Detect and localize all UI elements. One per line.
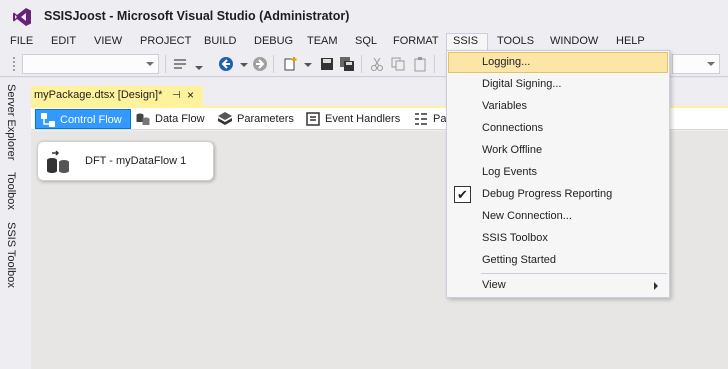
new-project-icon[interactable] <box>282 56 298 72</box>
save-all-icon[interactable] <box>339 56 355 72</box>
save-icon[interactable] <box>319 56 335 72</box>
chevron-down-icon <box>146 62 154 66</box>
chevron-down-icon <box>707 62 715 66</box>
menu-ssis[interactable]: SSIS <box>446 33 488 51</box>
navigate-back-icon[interactable] <box>218 56 234 72</box>
close-icon[interactable]: × <box>187 86 194 105</box>
toolbar-grip[interactable] <box>12 56 16 72</box>
visual-studio-logo-icon <box>13 8 31 26</box>
dropdown-arrow-icon[interactable] <box>191 56 207 72</box>
dropdown-arrow-icon[interactable] <box>300 56 316 72</box>
menu-item-digital-signing[interactable]: Digital Signing... <box>448 74 668 95</box>
control-flow-icon <box>41 113 55 127</box>
menu-team[interactable]: TEAM <box>301 34 344 51</box>
tab-parameters[interactable]: Parameters <box>213 109 301 129</box>
task-label: DFT - myDataFlow 1 <box>85 155 187 167</box>
data-flow-task[interactable]: DFT - myDataFlow 1 <box>37 141 214 181</box>
menu-item-new-connection[interactable]: New Connection... <box>448 206 668 227</box>
document-tab-title: myPackage.dtsx [Design]* <box>34 89 163 101</box>
menu-separator <box>481 273 667 274</box>
solution-config-combo[interactable] <box>22 54 159 74</box>
tab-package-explorer[interactable]: Pa <box>409 109 449 129</box>
tab-data-flow[interactable]: Data Flow <box>131 109 211 129</box>
title-bar: SSISJoost - Microsoft Visual Studio (Adm… <box>0 0 728 32</box>
menu-item-work-offline[interactable]: Work Offline <box>448 140 668 161</box>
menu-project[interactable]: PROJECT <box>134 34 197 51</box>
find-combo[interactable] <box>672 54 720 74</box>
comment-icon[interactable] <box>172 56 188 72</box>
menu-item-debug-progress-reporting[interactable]: ✔ Debug Progress Reporting <box>448 184 668 205</box>
menu-build[interactable]: BUILD <box>198 34 242 51</box>
navigate-forward-icon[interactable] <box>252 56 268 72</box>
menu-item-ssis-toolbox[interactable]: SSIS Toolbox <box>448 228 668 249</box>
toolbar-separator <box>273 55 274 73</box>
tab-label: Pa <box>433 113 447 125</box>
tab-label: Event Handlers <box>325 113 401 125</box>
menu-format[interactable]: FORMAT <box>387 34 445 51</box>
pin-icon[interactable]: ⊣ <box>172 86 181 105</box>
menu-file[interactable]: FILE <box>4 34 39 51</box>
submenu-arrow-icon <box>654 282 658 290</box>
parameters-icon <box>218 112 232 125</box>
tab-control-flow[interactable]: Control Flow <box>35 109 131 129</box>
event-handlers-icon <box>306 112 320 126</box>
menu-window[interactable]: WINDOW <box>544 34 604 51</box>
package-explorer-icon <box>415 113 427 125</box>
menu-tools[interactable]: TOOLS <box>491 34 540 51</box>
menu-edit[interactable]: EDIT <box>45 34 82 51</box>
toolbar-separator <box>434 55 435 73</box>
menu-item-view[interactable]: View <box>448 275 668 296</box>
ssis-menu-dropdown: Logging... Digital Signing... Variables … <box>446 50 670 298</box>
menu-item-label: Debug Progress Reporting <box>482 188 613 200</box>
data-flow-task-icon <box>47 150 69 173</box>
ssis-toolbox-tab[interactable]: SSIS Toolbox <box>5 222 17 288</box>
menu-bar: FILE EDIT VIEW PROJECT BUILD DEBUG TEAM … <box>0 32 728 51</box>
left-tool-sidebar: Server Explorer Toolbox SSIS Toolbox <box>0 78 31 369</box>
toolbar-separator <box>165 55 166 73</box>
menu-sql[interactable]: SQL <box>349 34 383 51</box>
menu-help[interactable]: HELP <box>610 34 651 51</box>
copy-icon[interactable] <box>390 56 406 72</box>
menu-item-label: View <box>482 279 506 291</box>
document-tab[interactable]: myPackage.dtsx [Design]* ⊣ × <box>31 86 203 106</box>
checkmark-icon: ✔ <box>454 186 471 203</box>
cut-icon[interactable] <box>369 56 385 72</box>
data-flow-icon <box>136 113 150 125</box>
tab-label: Data Flow <box>155 113 205 125</box>
paste-icon[interactable] <box>412 56 428 72</box>
window-title: SSISJoost - Microsoft Visual Studio (Adm… <box>44 9 350 23</box>
menu-item-variables[interactable]: Variables <box>448 96 668 117</box>
menu-item-connections[interactable]: Connections <box>448 118 668 139</box>
menu-view[interactable]: VIEW <box>88 34 128 51</box>
tab-label: Parameters <box>237 113 294 125</box>
menu-debug[interactable]: DEBUG <box>248 34 299 51</box>
menu-item-logging[interactable]: Logging... <box>448 52 668 73</box>
toolbar-separator <box>361 55 362 73</box>
toolbox-tab[interactable]: Toolbox <box>5 172 17 210</box>
tab-event-handlers[interactable]: Event Handlers <box>301 109 405 129</box>
menu-item-getting-started[interactable]: Getting Started <box>448 250 668 271</box>
tab-label: Control Flow <box>60 114 122 126</box>
menu-item-log-events[interactable]: Log Events <box>448 162 668 183</box>
server-explorer-tab[interactable]: Server Explorer <box>5 84 17 160</box>
dropdown-arrow-icon[interactable] <box>236 56 252 72</box>
